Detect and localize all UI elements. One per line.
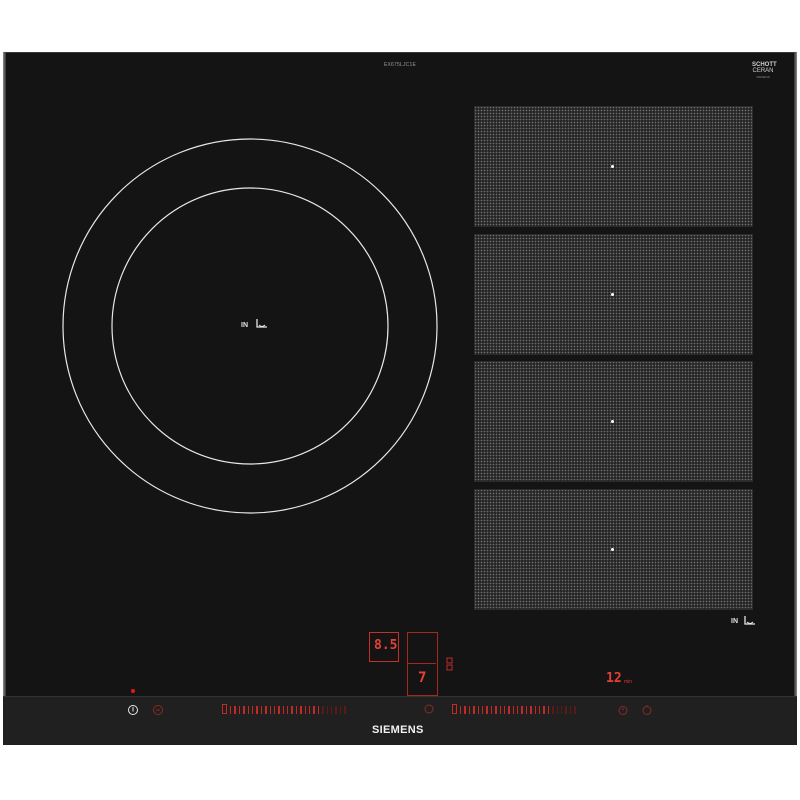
slider-tick — [517, 706, 519, 714]
slider-tick — [477, 706, 479, 714]
slider-tick — [339, 706, 342, 714]
slider-tick — [287, 706, 289, 714]
inner-ring — [111, 187, 389, 465]
slider-tick — [243, 706, 245, 714]
zone-center-mark — [611, 548, 614, 551]
slider-tick — [304, 706, 307, 714]
slider-tick — [565, 706, 567, 714]
slider-tick — [234, 706, 236, 714]
zone-center-mark — [611, 420, 614, 423]
slider-tick — [273, 706, 276, 714]
flex-zone-4[interactable] — [474, 489, 753, 610]
slider-tick — [309, 706, 311, 714]
slider-tick — [512, 706, 515, 714]
slider-tick — [282, 706, 285, 714]
slider-tick — [503, 706, 506, 714]
flex-zone-3[interactable] — [474, 361, 753, 482]
slider-tick — [547, 706, 550, 714]
lock-icon[interactable] — [152, 704, 164, 716]
slider-tick — [317, 706, 320, 714]
power-level-value-center: 7 — [418, 670, 427, 686]
slider-tick — [543, 706, 545, 714]
slider-tick — [322, 706, 324, 714]
slider-tick — [560, 706, 563, 714]
slider-tick — [490, 706, 493, 714]
slider-tick — [464, 706, 466, 714]
slider-tick — [486, 706, 488, 714]
timer-unit: min — [624, 679, 633, 685]
slider-tick — [251, 706, 254, 714]
round-cooking-zone[interactable] — [60, 138, 440, 514]
zone-center-mark — [611, 165, 614, 168]
flex-zone-2[interactable] — [474, 234, 753, 355]
slider-tick — [300, 706, 302, 714]
slider-tick — [344, 706, 346, 714]
model-number: EX675LJC1E — [383, 62, 417, 68]
slider-tick — [295, 706, 298, 714]
zone-center-mark — [611, 293, 614, 296]
slider-tick — [460, 706, 462, 714]
slider-tick — [335, 706, 337, 714]
slider-tick — [230, 706, 232, 714]
power-indicator-light — [131, 689, 135, 693]
slider-tick — [326, 706, 328, 714]
power-icon[interactable] — [127, 704, 139, 716]
slider-tick — [525, 706, 528, 714]
slider-tick — [269, 706, 271, 714]
slider-tick — [481, 706, 484, 714]
pan-detect-icon — [744, 616, 755, 625]
power-level-display-center[interactable] — [407, 632, 438, 696]
slider-tick — [265, 706, 267, 714]
slider-tick — [468, 706, 471, 714]
slider-zero-mark — [452, 704, 457, 714]
timer-icon[interactable] — [617, 704, 629, 716]
slider-tick — [473, 706, 475, 714]
slider-tick — [521, 706, 523, 714]
slider-zero-mark — [222, 704, 227, 714]
cooktop-edge-right — [794, 52, 797, 744]
outer-ring — [62, 138, 438, 514]
control-panel — [3, 696, 797, 745]
display-divider — [408, 663, 436, 664]
slider-tick — [552, 706, 554, 714]
slider-tick — [256, 706, 258, 714]
slider-tick — [508, 706, 510, 714]
slider-tick — [569, 706, 572, 714]
slider-tick — [260, 706, 263, 714]
power-slider-right[interactable] — [452, 704, 576, 714]
slider-tick — [247, 706, 249, 714]
slider-tick — [539, 706, 541, 714]
zone-in-label-left: IN — [241, 322, 248, 329]
zone-in-label-right: IN — [731, 618, 738, 625]
slider-tick — [313, 706, 315, 714]
slider-tick — [330, 706, 333, 714]
slider-tick — [499, 706, 501, 714]
slider-tick — [238, 706, 241, 714]
flex-zone-1[interactable] — [474, 106, 753, 227]
slider-tick — [530, 706, 532, 714]
slider-tick — [534, 706, 537, 714]
power-slider-left[interactable] — [222, 704, 346, 714]
pan-detect-icon — [256, 319, 267, 328]
timer-display[interactable]: 12 — [606, 671, 622, 686]
slider-tick — [278, 706, 280, 714]
schott-ceran-logo: SCHOTT CERAN SIEMENS — [752, 62, 777, 79]
slider-tick — [556, 706, 558, 714]
brand-logo: SIEMENS — [372, 724, 424, 736]
cooktop-edge-left — [3, 52, 6, 744]
power-level-value-left: 8.5 — [374, 638, 398, 653]
stopwatch-icon[interactable] — [641, 704, 653, 716]
slider-tick — [291, 706, 293, 714]
boost-icon[interactable] — [424, 704, 434, 714]
slider-tick — [574, 706, 576, 714]
flex-zone-icon — [446, 657, 453, 671]
slider-tick — [495, 706, 497, 714]
